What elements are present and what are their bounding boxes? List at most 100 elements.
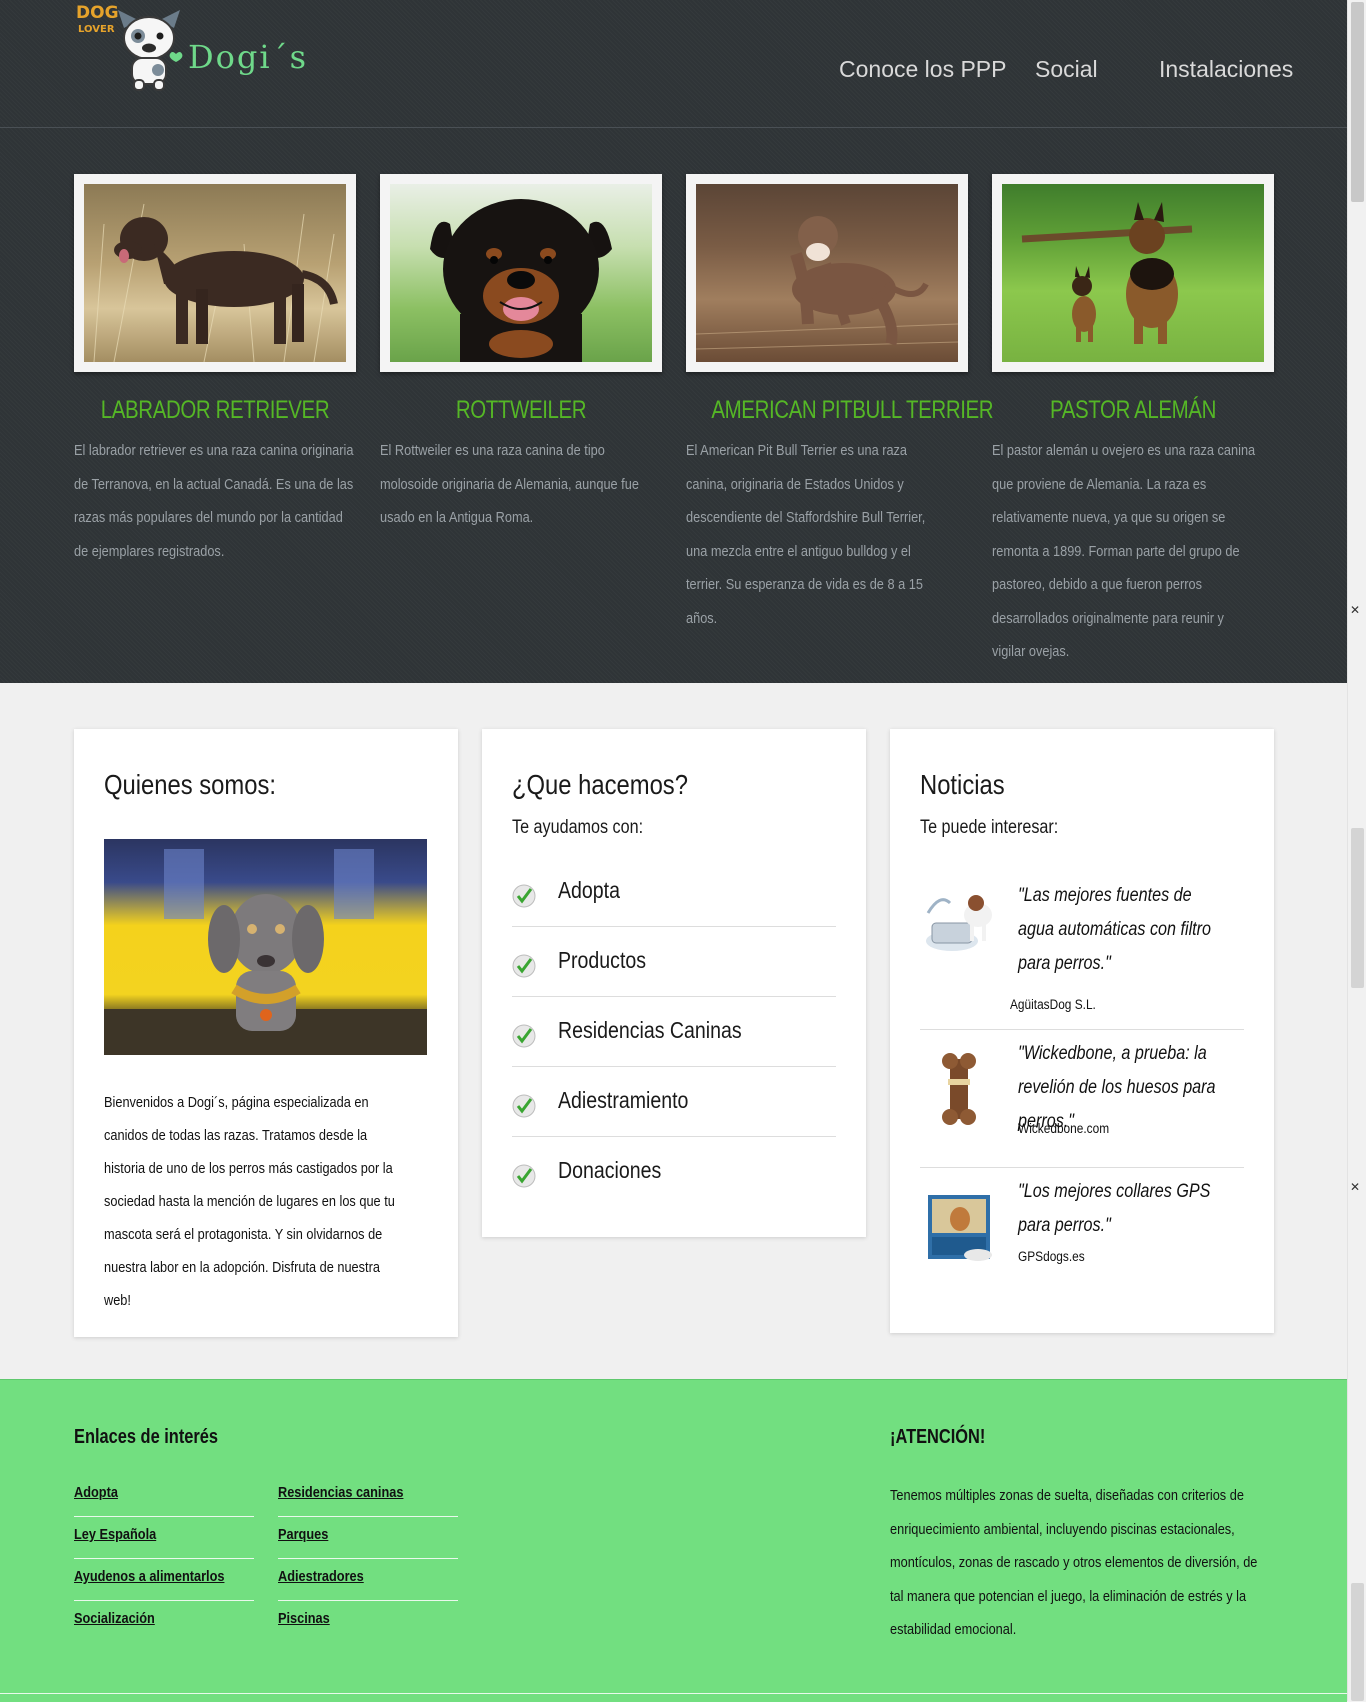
scrollbar-thumb-secondary[interactable] xyxy=(1351,828,1364,988)
service-item-productos[interactable]: Productos xyxy=(512,927,836,997)
footer-link-label: Ayudenos a alimentarlos xyxy=(74,1568,225,1585)
footer-link-ley-espanola[interactable]: Ley Española xyxy=(74,1516,254,1559)
page-scrollbar[interactable]: ✕ ✕ xyxy=(1347,0,1366,1701)
pitbull-photo[interactable] xyxy=(696,184,958,362)
footer-link-label: Adopta xyxy=(74,1484,118,1501)
breed-card-labrador: LABRADOR RETRIEVER El labrador retriever… xyxy=(74,174,356,569)
footer-link-label: Parques xyxy=(278,1526,329,1543)
breed-photo-frame xyxy=(686,174,968,372)
service-label: Productos xyxy=(558,947,647,973)
check-icon xyxy=(512,1094,536,1118)
rottweiler-photo[interactable] xyxy=(390,184,652,362)
check-icon xyxy=(512,954,536,978)
breed-title[interactable]: AMERICAN PITBULL TERRIER xyxy=(711,396,993,425)
nav-item-conoce-los-ppp[interactable]: Conoce los PPP xyxy=(839,56,1006,83)
service-item-adopta[interactable]: Adopta xyxy=(512,857,836,927)
breed-title[interactable]: PASTOR ALEMÁN xyxy=(1017,396,1248,425)
check-icon xyxy=(512,884,536,908)
breeds-section: LABRADOR RETRIEVER El labrador retriever… xyxy=(0,128,1347,683)
news-source: AgüitasDog S.L. xyxy=(1010,997,1096,1012)
check-icon xyxy=(512,1164,536,1188)
info-section: Quienes somos: Bienvenidos a Dogi´s, pág… xyxy=(0,683,1347,1379)
services-subtitle: Te ayudamos con: xyxy=(512,817,644,838)
labrador-illustration xyxy=(93,203,338,362)
service-item-donaciones[interactable]: Donaciones xyxy=(512,1137,836,1206)
breed-card-pitbull: AMERICAN PITBULL TERRIER El American Pit… xyxy=(686,174,994,636)
news-item-fountain[interactable]: "Las mejores fuentes de agua automáticas… xyxy=(920,879,1244,1030)
site-header: DOG LOVER Dogi´s Conoce los PPP Social I… xyxy=(0,0,1347,128)
breed-description: El American Pit Bull Terrier es una raza… xyxy=(686,443,926,627)
breed-card-pastor-aleman: PASTOR ALEMÁN El pastor alemán u ovejero… xyxy=(992,174,1274,670)
breed-title[interactable]: ROTTWEILER xyxy=(405,396,636,425)
breed-title[interactable]: LABRADOR RETRIEVER xyxy=(99,396,330,425)
about-photo xyxy=(104,839,427,1055)
breed-description: El labrador retriever es una raza canina… xyxy=(74,443,354,560)
rottweiler-illustration xyxy=(430,199,612,362)
about-card: Quienes somos: Bienvenidos a Dogi´s, pág… xyxy=(74,729,458,1337)
service-item-adiestramiento[interactable]: Adiestramiento xyxy=(512,1067,836,1137)
news-subtitle: Te puede interesar: xyxy=(920,817,1059,838)
service-label: Donaciones xyxy=(558,1157,662,1183)
footer-link-piscinas[interactable]: Piscinas xyxy=(278,1600,458,1642)
logo-name: Dogi´s xyxy=(188,38,309,76)
footer-notice-text: Tenemos múltiples zonas de suelta, diseñ… xyxy=(890,1488,1258,1638)
check-icon xyxy=(512,1024,536,1048)
footer-link-label: Socialización xyxy=(74,1610,155,1627)
breed-photo-frame xyxy=(992,174,1274,372)
footer-link-label: Piscinas xyxy=(278,1610,330,1627)
site-footer: Enlaces de interés Adopta Ley Española A… xyxy=(0,1379,1347,1702)
footer-link-adiestradores[interactable]: Adiestradores xyxy=(278,1558,458,1601)
news-quote: "Los mejores collares GPS para perros." xyxy=(1018,1181,1211,1236)
breed-photo-frame xyxy=(380,174,662,372)
nav-item-instalaciones[interactable]: Instalaciones xyxy=(1159,56,1293,83)
close-icon[interactable]: ✕ xyxy=(1350,1180,1360,1194)
about-title: Quienes somos: xyxy=(104,769,276,800)
site-logo[interactable]: DOG LOVER Dogi´s xyxy=(76,3,326,94)
news-source: GPSdogs.es xyxy=(1018,1249,1085,1264)
labrador-photo[interactable] xyxy=(84,184,346,362)
german-shepherd-illustration xyxy=(1021,202,1193,344)
news-item-wickedbone[interactable]: "Wickedbone, a prueba: la revelión de lo… xyxy=(920,1029,1244,1168)
breed-card-rottweiler: ROTTWEILER El Rottweiler es una raza can… xyxy=(380,174,662,536)
footer-link-residencias[interactable]: Residencias caninas xyxy=(278,1474,458,1517)
nav-item-social[interactable]: Social xyxy=(1035,56,1098,83)
footer-link-socializacion[interactable]: Socialización xyxy=(74,1600,254,1642)
service-label: Residencias Caninas xyxy=(558,1017,742,1043)
news-item-gps-collar[interactable]: "Los mejores collares GPS para perros." … xyxy=(920,1167,1244,1297)
scrollbar-thumb-tertiary[interactable] xyxy=(1351,1583,1364,1701)
dog-mascot-icon xyxy=(118,10,183,91)
page: DOG LOVER Dogi´s Conoce los PPP Social I… xyxy=(0,0,1347,1702)
news-title: Noticias xyxy=(920,769,1005,800)
breed-description: El Rottweiler es una raza canina de tipo… xyxy=(380,443,639,526)
footer-link-label: Residencias caninas xyxy=(278,1484,404,1501)
footer-link-parques[interactable]: Parques xyxy=(278,1516,458,1559)
breed-description: El pastor alemán u ovejero es una raza c… xyxy=(992,443,1256,660)
services-card: ¿Que hacemos? Te ayudamos con: Adopta Pr… xyxy=(482,729,866,1237)
logo-badge-top: DOG xyxy=(76,3,119,23)
footer-notice-title: ¡ATENCIÓN! xyxy=(890,1426,986,1448)
about-text: Bienvenidos a Dogi´s, página especializa… xyxy=(104,1095,395,1309)
logo-badge-bottom: LOVER xyxy=(78,24,115,35)
news-source: Wickedbone.com xyxy=(1018,1121,1110,1136)
news-card: Noticias Te puede interesar: "Las mejore… xyxy=(890,729,1274,1333)
news-quote: "Las mejores fuentes de agua automáticas… xyxy=(1018,885,1212,974)
footer-link-label: Ley Española xyxy=(74,1526,157,1543)
footer-link-adopta[interactable]: Adopta xyxy=(74,1474,254,1517)
footer-link-ayudenos[interactable]: Ayudenos a alimentarlos xyxy=(74,1558,254,1601)
weimaraner-illustration xyxy=(104,849,427,1055)
gps-collar-box-image xyxy=(928,1195,992,1261)
water-fountain-image xyxy=(926,895,992,951)
services-title: ¿Que hacemos? xyxy=(512,769,688,800)
dog-bone-image xyxy=(942,1053,976,1125)
service-label: Adopta xyxy=(558,877,620,903)
footer-divider xyxy=(0,1693,1347,1694)
service-item-residencias-caninas[interactable]: Residencias Caninas xyxy=(512,997,836,1067)
breed-photo-frame xyxy=(74,174,356,372)
footer-links-title: Enlaces de interés xyxy=(74,1426,219,1448)
service-label: Adiestramiento xyxy=(558,1087,689,1113)
close-icon[interactable]: ✕ xyxy=(1350,603,1360,617)
pastor-aleman-photo[interactable] xyxy=(1002,184,1264,362)
scrollbar-thumb[interactable] xyxy=(1351,2,1364,202)
footer-link-label: Adiestradores xyxy=(278,1568,364,1585)
pitbull-illustration xyxy=(696,216,958,350)
